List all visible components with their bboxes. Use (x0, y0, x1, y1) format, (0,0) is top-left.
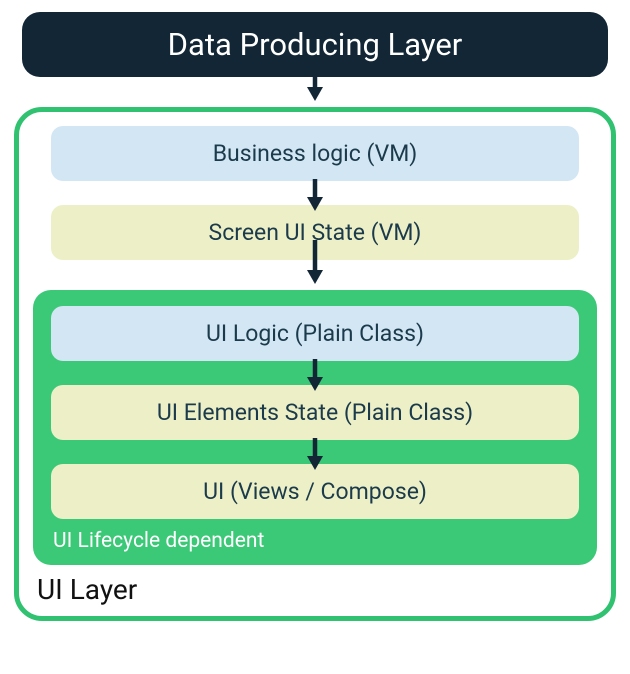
ui-elements-state-box: UI Elements State (Plain Class) (51, 385, 579, 440)
ui-layer-container: Business logic (VM) Screen UI State (VM)… (14, 107, 616, 621)
ui-logic-box: UI Logic (Plain Class) (51, 306, 579, 361)
ui-views-compose-box: UI (Views / Compose) (51, 464, 579, 519)
business-logic-box: Business logic (VM) (51, 126, 579, 181)
arrow-bl-to-screen (33, 179, 597, 207)
ui-lifecycle-container: UI Logic (Plain Class) UI Elements State… (33, 290, 597, 565)
ui-lifecycle-dependent-label: UI Lifecycle dependent (35, 519, 595, 555)
ui-views-compose-label: UI (Views / Compose) (203, 478, 427, 505)
arrow-top-to-outer (14, 57, 616, 85)
arrow-elements-to-ui (35, 438, 595, 466)
ui-logic-label: UI Logic (Plain Class) (206, 320, 424, 347)
arrow-screen-to-inner (33, 240, 597, 268)
arrow-logic-to-elements (35, 359, 595, 387)
ui-elements-state-label: UI Elements State (Plain Class) (157, 399, 473, 426)
ui-layer-label: UI Layer (33, 565, 597, 606)
business-logic-label: Business logic (VM) (213, 140, 418, 167)
